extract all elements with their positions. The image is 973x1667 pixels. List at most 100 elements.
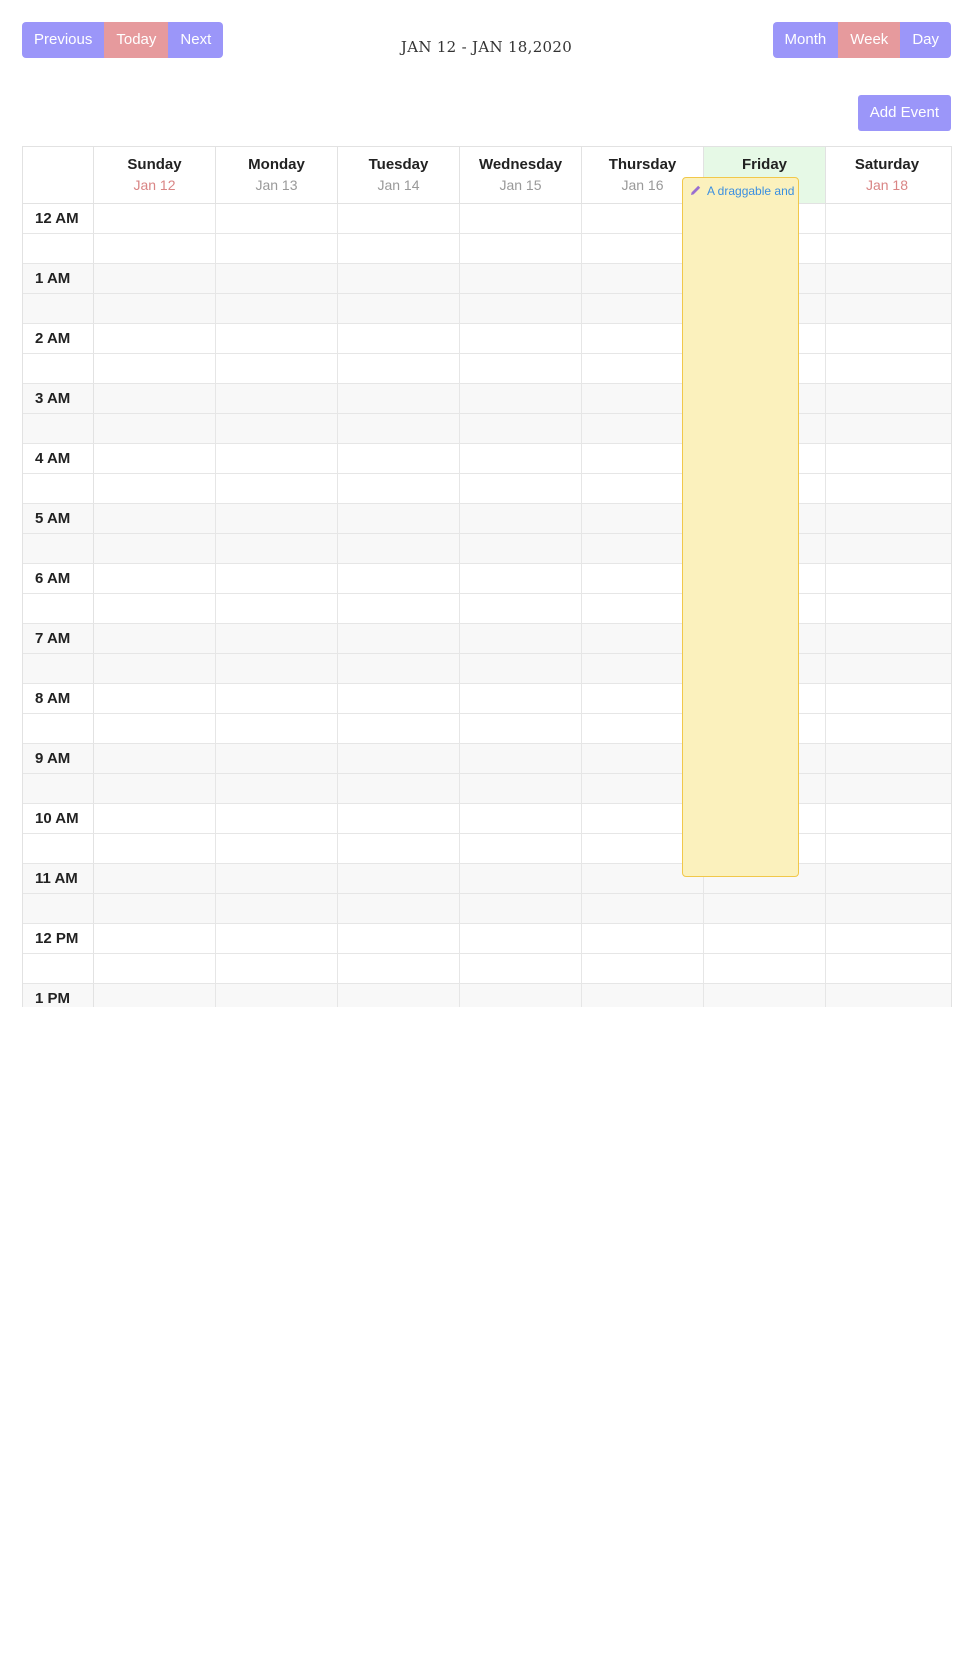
time-slot-cell[interactable] [94, 684, 216, 713]
add-event-button[interactable]: Add Event [857, 95, 951, 131]
time-slot-cell[interactable] [338, 684, 460, 713]
time-slot-cell[interactable] [94, 774, 216, 803]
time-slot-cell[interactable] [460, 624, 582, 653]
time-slot-cell[interactable] [460, 924, 582, 953]
time-slot-cell[interactable] [338, 954, 460, 983]
time-slot-cell[interactable] [826, 264, 948, 293]
time-slot-cell[interactable] [460, 744, 582, 773]
time-slot-cell[interactable] [94, 264, 216, 293]
time-slot-cell[interactable] [94, 834, 216, 863]
time-slot-cell[interactable] [94, 534, 216, 563]
time-slot-cell[interactable] [826, 654, 948, 683]
time-slot-cell[interactable] [460, 774, 582, 803]
week-view-button[interactable]: Week [838, 22, 901, 58]
day-view-button[interactable]: Day [900, 22, 951, 58]
time-slot-cell[interactable] [460, 864, 582, 893]
time-slot-cell[interactable] [460, 714, 582, 743]
time-slot-cell[interactable] [216, 624, 338, 653]
time-slot-cell[interactable] [94, 864, 216, 893]
time-slot-cell[interactable] [94, 474, 216, 503]
time-slot-cell[interactable] [582, 954, 704, 983]
time-slot-cell[interactable] [338, 474, 460, 503]
time-slot-cell[interactable] [460, 564, 582, 593]
time-slot-cell[interactable] [216, 384, 338, 413]
time-slot-cell[interactable] [460, 444, 582, 473]
time-slot-cell[interactable] [826, 504, 948, 533]
time-slot-cell[interactable] [94, 204, 216, 233]
time-slot-cell[interactable] [826, 594, 948, 623]
time-slot-cell[interactable] [460, 384, 582, 413]
time-slot-cell[interactable] [826, 474, 948, 503]
time-slot-cell[interactable] [216, 774, 338, 803]
time-slot-cell[interactable] [216, 984, 338, 1007]
time-slot-cell[interactable] [582, 984, 704, 1007]
time-slot-cell[interactable] [94, 654, 216, 683]
time-slot-cell[interactable] [460, 264, 582, 293]
time-slot-cell[interactable] [582, 894, 704, 923]
time-slot-cell[interactable] [460, 684, 582, 713]
time-slot-cell[interactable] [826, 234, 948, 263]
time-slot-cell[interactable] [460, 354, 582, 383]
time-slot-cell[interactable] [338, 594, 460, 623]
time-slot-cell[interactable] [216, 594, 338, 623]
time-slot-cell[interactable] [460, 594, 582, 623]
time-slot-cell[interactable] [826, 684, 948, 713]
time-slot-cell[interactable] [216, 894, 338, 923]
time-slot-cell[interactable] [338, 744, 460, 773]
time-slot-cell[interactable] [338, 444, 460, 473]
time-slot-cell[interactable] [338, 294, 460, 323]
time-slot-cell[interactable] [704, 984, 826, 1007]
time-slot-cell[interactable] [460, 984, 582, 1007]
time-slot-cell[interactable] [216, 504, 338, 533]
time-slot-cell[interactable] [216, 924, 338, 953]
time-slot-cell[interactable] [582, 924, 704, 953]
time-slot-cell[interactable] [826, 624, 948, 653]
time-slot-cell[interactable] [338, 834, 460, 863]
month-view-button[interactable]: Month [772, 22, 839, 58]
time-slot-cell[interactable] [216, 414, 338, 443]
time-slot-cell[interactable] [704, 954, 826, 983]
time-slot-cell[interactable] [338, 414, 460, 443]
time-slot-cell[interactable] [460, 804, 582, 833]
time-slot-cell[interactable] [94, 624, 216, 653]
time-slot-cell[interactable] [94, 804, 216, 833]
time-slot-cell[interactable] [338, 894, 460, 923]
time-slot-cell[interactable] [826, 564, 948, 593]
time-slot-cell[interactable] [338, 564, 460, 593]
time-slot-cell[interactable] [216, 684, 338, 713]
time-slot-cell[interactable] [460, 894, 582, 923]
time-slot-cell[interactable] [826, 294, 948, 323]
time-slot-cell[interactable] [338, 774, 460, 803]
time-slot-cell[interactable] [216, 444, 338, 473]
time-slot-cell[interactable] [338, 534, 460, 563]
time-slot-cell[interactable] [94, 384, 216, 413]
time-slot-cell[interactable] [216, 804, 338, 833]
time-slot-cell[interactable] [216, 744, 338, 773]
time-slot-cell[interactable] [94, 984, 216, 1007]
time-slot-cell[interactable] [826, 864, 948, 893]
time-slot-cell[interactable] [826, 984, 948, 1007]
time-slot-cell[interactable] [460, 204, 582, 233]
time-slot-cell[interactable] [704, 924, 826, 953]
time-slot-cell[interactable] [460, 654, 582, 683]
time-slot-cell[interactable] [338, 234, 460, 263]
time-slot-cell[interactable] [826, 714, 948, 743]
time-slot-cell[interactable] [94, 444, 216, 473]
time-slot-cell[interactable] [338, 354, 460, 383]
time-slot-cell[interactable] [94, 954, 216, 983]
time-slot-cell[interactable] [94, 744, 216, 773]
time-slot-cell[interactable] [338, 864, 460, 893]
time-slot-cell[interactable] [216, 324, 338, 353]
time-slot-cell[interactable] [338, 204, 460, 233]
time-slot-cell[interactable] [704, 894, 826, 923]
time-slot-cell[interactable] [94, 324, 216, 353]
time-slot-cell[interactable] [338, 714, 460, 743]
time-slot-cell[interactable] [94, 294, 216, 323]
time-slot-cell[interactable] [826, 804, 948, 833]
time-slot-cell[interactable] [826, 384, 948, 413]
time-slot-cell[interactable] [94, 414, 216, 443]
time-slot-cell[interactable] [338, 384, 460, 413]
time-slot-cell[interactable] [826, 204, 948, 233]
time-slot-cell[interactable] [216, 294, 338, 323]
time-slot-cell[interactable] [460, 324, 582, 353]
